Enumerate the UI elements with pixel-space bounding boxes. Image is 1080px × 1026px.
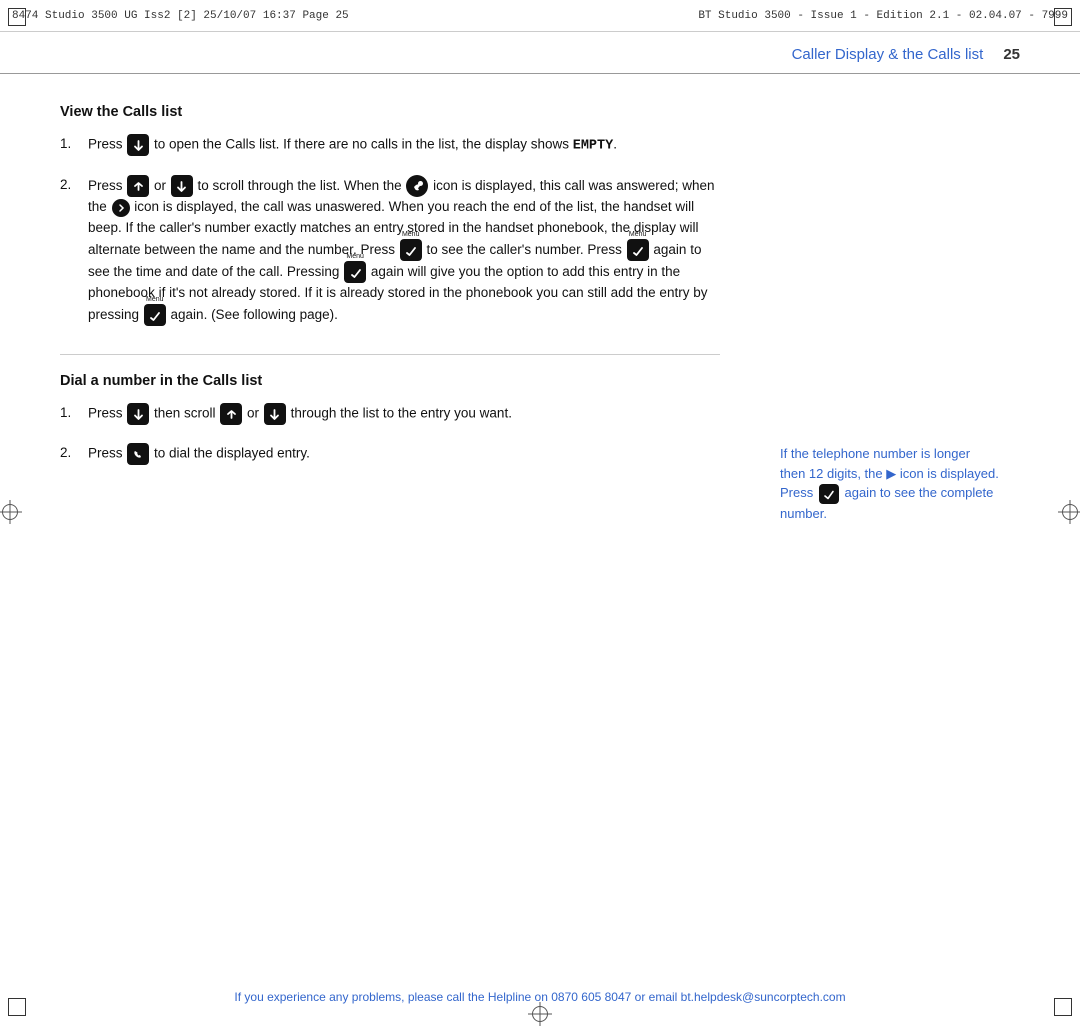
footer: If you experience any problems, please c… bbox=[0, 980, 1080, 1024]
menu-button-2-icon: Menu bbox=[627, 239, 649, 261]
right-column-note: If the telephone number is longerthen 12… bbox=[780, 444, 1020, 523]
up-button-2-icon bbox=[220, 403, 242, 425]
down-button-icon bbox=[171, 175, 193, 197]
down-button-2-body bbox=[264, 403, 286, 425]
menu-button-right-body bbox=[819, 484, 839, 504]
section2-heading: Dial a number in the Calls list bbox=[60, 373, 720, 389]
up-button-2-body bbox=[220, 403, 242, 425]
menu-button-4-body bbox=[144, 304, 166, 326]
answered-icon bbox=[406, 175, 428, 197]
page-title-row: Caller Display & the Calls list 25 bbox=[0, 32, 1080, 74]
list-item-2-para3: Press Menu to see the caller's number. bbox=[360, 242, 587, 257]
section-divider bbox=[60, 354, 720, 355]
menu-button-2-body bbox=[627, 239, 649, 261]
menu-button-1-icon: Menu bbox=[400, 239, 422, 261]
section1-list: 1. Press to open the Calls list. If ther… bbox=[60, 134, 720, 326]
print-header-right: BT Studio 3500 - Issue 1 - Edition 2.1 -… bbox=[698, 10, 1068, 22]
unanswered-icon-body bbox=[112, 199, 130, 217]
phone-button-body bbox=[127, 443, 149, 465]
print-header: 8474 Studio 3500 UG Iss2 [2] 25/10/07 16… bbox=[0, 0, 1080, 32]
section1-heading: View the Calls list bbox=[60, 104, 720, 120]
main-content: View the Calls list 1. Press to open bbox=[0, 74, 1080, 980]
menu-button-4-icon: Menu bbox=[144, 304, 166, 326]
right-column: If the telephone number is longerthen 12… bbox=[760, 104, 1020, 960]
up-button-body bbox=[127, 175, 149, 197]
calls-button-icon bbox=[127, 134, 149, 156]
list-item-1-num: 1. bbox=[60, 134, 88, 157]
menu-button-1-body bbox=[400, 239, 422, 261]
answered-icon-body bbox=[406, 175, 428, 197]
section2-item1-content: Press then scroll or bbox=[88, 403, 720, 425]
phone-button-icon bbox=[127, 443, 149, 465]
unanswered-icon bbox=[112, 199, 130, 217]
calls-button-2-icon bbox=[127, 403, 149, 425]
section2-list-item-1: 1. Press then scroll bbox=[60, 403, 720, 425]
down-button-2-icon bbox=[264, 403, 286, 425]
page-number: 25 bbox=[1003, 46, 1020, 63]
menu-button-3-icon: Menu bbox=[344, 261, 366, 283]
up-button-icon bbox=[127, 175, 149, 197]
list-item-2-num: 2. bbox=[60, 175, 88, 326]
menu-button-3-body bbox=[344, 261, 366, 283]
down-button-body bbox=[171, 175, 193, 197]
section2-item1-num: 1. bbox=[60, 403, 88, 425]
list-item-2-content: Press or bbox=[88, 175, 720, 326]
section2-list: 1. Press then scroll bbox=[60, 403, 720, 465]
list-item-1-content: Press to open the Calls list. If there a… bbox=[88, 134, 720, 157]
empty-text: EMPTY bbox=[573, 139, 614, 154]
footer-text: If you experience any problems, please c… bbox=[234, 990, 845, 1004]
calls-button-2-body bbox=[127, 403, 149, 425]
list-item-1: 1. Press to open the Calls list. If ther… bbox=[60, 134, 720, 157]
calls-button-body bbox=[127, 134, 149, 156]
page: Caller Display & the Calls list 25 View … bbox=[0, 32, 1080, 1024]
print-header-left: 8474 Studio 3500 UG Iss2 [2] 25/10/07 16… bbox=[12, 10, 349, 22]
section2-item2-num: 2. bbox=[60, 443, 88, 465]
section2-item2-content: Press to dial the displayed entry. bbox=[88, 443, 720, 465]
page-title: Caller Display & the Calls list bbox=[792, 46, 984, 63]
list-item-2: 2. Press or bbox=[60, 175, 720, 326]
section2-list-item-2: 2. Press to dial the displayed entry. bbox=[60, 443, 720, 465]
left-column: View the Calls list 1. Press to open bbox=[60, 104, 760, 960]
menu-button-right-icon bbox=[819, 484, 839, 504]
